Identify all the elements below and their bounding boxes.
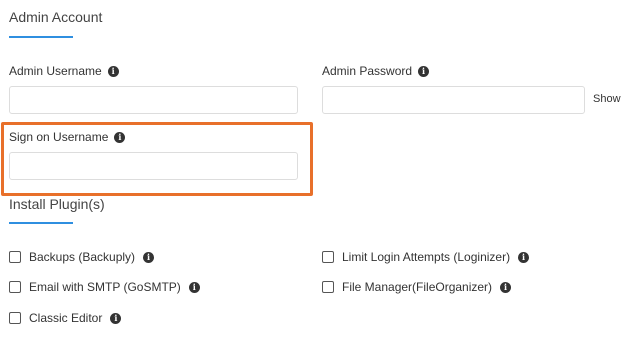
plugin-fileorganizer[interactable]: File Manager(FileOrganizer) i (322, 280, 512, 294)
info-icon[interactable]: i (500, 281, 512, 293)
sign-on-username-label: Sign on Username (9, 130, 109, 144)
admin-account-heading: Admin Account (9, 9, 103, 25)
admin-password-label: Admin Password (322, 64, 413, 78)
info-icon[interactable]: i (418, 65, 430, 77)
admin-username-label: Admin Username (9, 64, 102, 78)
checkbox[interactable] (322, 251, 334, 263)
sign-on-username-input[interactable] (9, 152, 298, 180)
admin-username-label-row: Admin Username i (9, 64, 119, 78)
show-password-toggle[interactable]: Show (593, 93, 621, 105)
plugin-label: Limit Login Attempts (Loginizer) (342, 250, 511, 264)
checkbox[interactable] (9, 251, 21, 263)
info-icon[interactable]: i (110, 312, 122, 324)
admin-password-label-row: Admin Password i (322, 64, 430, 78)
sign-on-username-label-row: Sign on Username i (9, 130, 126, 144)
plugin-classic-editor[interactable]: Classic Editor i (9, 311, 122, 325)
plugin-loginizer[interactable]: Limit Login Attempts (Loginizer) i (322, 250, 530, 264)
admin-username-input[interactable] (9, 86, 298, 114)
plugin-gosmtp[interactable]: Email with SMTP (GoSMTP) i (9, 280, 200, 294)
info-icon[interactable]: i (114, 131, 126, 143)
heading-underline (9, 36, 73, 38)
checkbox[interactable] (9, 312, 21, 324)
plugin-label: File Manager(FileOrganizer) (342, 280, 493, 294)
checkbox[interactable] (9, 281, 21, 293)
info-icon[interactable]: i (188, 281, 200, 293)
heading-underline (9, 222, 73, 224)
checkbox[interactable] (322, 281, 334, 293)
admin-account-form: Admin Account Admin Username i Admin Pas… (0, 0, 624, 351)
plugin-label: Email with SMTP (GoSMTP) (29, 280, 181, 294)
info-icon[interactable]: i (518, 251, 530, 263)
plugin-backuply[interactable]: Backups (Backuply) i (9, 250, 155, 264)
plugin-label: Backups (Backuply) (29, 250, 136, 264)
plugin-label: Classic Editor (29, 311, 103, 325)
admin-password-input[interactable] (322, 86, 585, 114)
install-plugins-heading: Install Plugin(s) (9, 196, 105, 212)
info-icon[interactable]: i (143, 251, 155, 263)
info-icon[interactable]: i (107, 65, 119, 77)
